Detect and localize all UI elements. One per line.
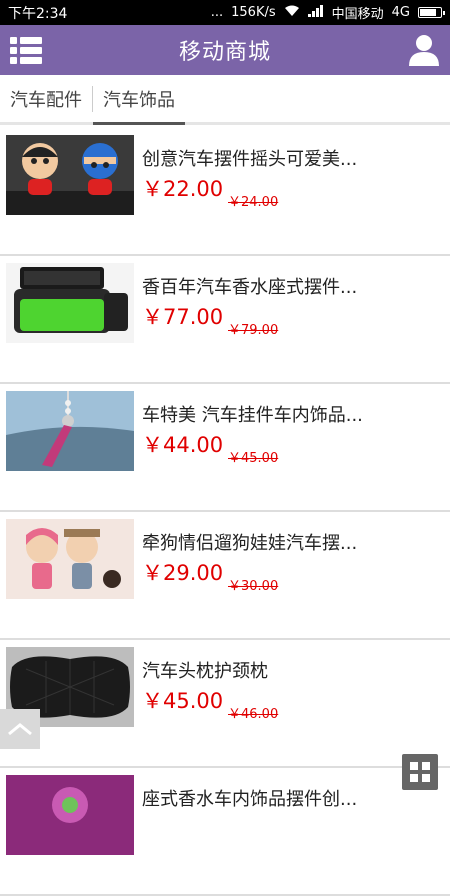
product-item[interactable]: 座式香水车内饰品摆件创... [0,768,450,896]
status-network: 4G [391,5,410,20]
product-name[interactable]: 创意汽车摆件摇头可爱美... [142,145,357,171]
product-price: ￥29.00 [142,561,224,585]
status-time: 下午2:34 [8,5,68,22]
user-icon[interactable] [408,33,440,67]
back-to-top-button[interactable] [0,709,40,749]
signal-icon [307,4,324,21]
product-old-price: ￥45.00 [228,451,279,466]
product-image [6,135,134,215]
product-name[interactable]: 汽车头枕护颈枕 [142,657,268,683]
chevron-up-icon [8,723,32,736]
product-price: ￥77.00 [142,305,224,329]
tab-auto-accessories[interactable]: 汽车饰品 [93,75,185,125]
menu-icon[interactable] [10,36,42,64]
product-name[interactable]: 香百年汽车香水座式摆件... [142,273,357,299]
product-item[interactable]: 牵狗情侣遛狗娃娃汽车摆... ￥29.00 ￥30.00 [0,512,450,640]
tab-auto-parts[interactable]: 汽车配件 [0,74,92,124]
grid-view-button[interactable] [402,754,438,790]
app-bar: 移动商城 [0,25,450,75]
product-old-price: ￥24.00 [228,195,279,210]
wifi-icon [284,5,300,21]
product-item[interactable]: 车特美 汽车挂件车内饰品... ￥44.00 ￥45.00 [0,384,450,512]
product-name[interactable]: 座式香水车内饰品摆件创... [142,785,357,811]
grid-icon [410,762,430,782]
product-item[interactable]: 香百年汽车香水座式摆件... ￥77.00 ￥79.00 [0,256,450,384]
product-price: ￥44.00 [142,433,224,457]
product-image [6,263,134,343]
product-old-price: ￥79.00 [228,323,279,338]
product-name[interactable]: 牵狗情侣遛狗娃娃汽车摆... [142,529,357,555]
status-bar: 下午2:34 ... 156K/s 中国移动 4G [0,0,450,25]
status-speed: 156K/s [231,5,276,20]
product-list: 创意汽车摆件摇头可爱美... ￥22.00 ￥24.00 香百年汽车香水座式摆件… [0,128,450,896]
product-image [6,391,134,471]
battery-icon [418,7,445,18]
product-item[interactable]: 汽车头枕护颈枕 ￥45.00 ￥46.00 [0,640,450,768]
product-old-price: ￥46.00 [228,707,279,722]
product-item[interactable]: 创意汽车摆件摇头可爱美... ￥22.00 ￥24.00 [0,128,450,256]
product-price: ￥45.00 [142,689,224,713]
product-old-price: ￥30.00 [228,579,279,594]
category-tabs: 汽车配件 汽车饰品 [0,75,450,125]
product-name[interactable]: 车特美 汽车挂件车内饰品... [142,401,363,427]
product-price: ￥22.00 [142,177,224,201]
product-image [6,519,134,599]
status-carrier: 中国移动 [331,7,384,22]
page-title: 移动商城 [178,40,271,65]
product-image [6,775,134,855]
status-more-icon: ... [210,5,224,20]
